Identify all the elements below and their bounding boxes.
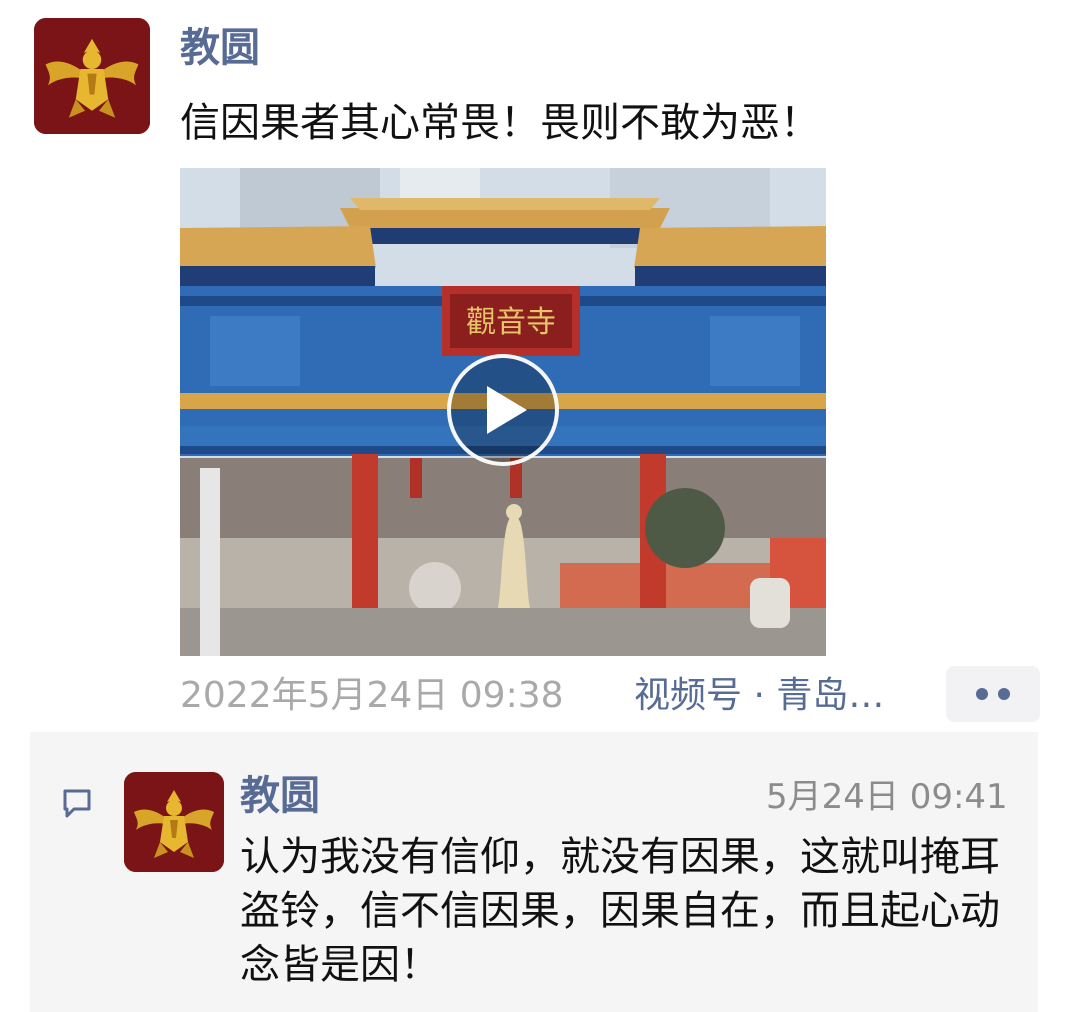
more-options-button[interactable] (946, 666, 1040, 722)
gate-plaque-text: 觀音寺 (466, 305, 556, 340)
more-dots-icon (976, 688, 988, 700)
post-author-avatar[interactable] (34, 18, 150, 134)
play-icon (487, 386, 527, 434)
post-text: 信因果者其心常畏！畏则不敢为恶！ (180, 100, 820, 146)
garuda-emblem-icon (124, 772, 224, 872)
comment-bubble-icon (60, 786, 94, 820)
post-timestamp: 2022年5月24日 09:38 (180, 675, 564, 716)
comment-text: 认为我没有信仰，就没有因果，这就叫掩耳盗铃，信不信因果，因果自在，而且起心动念皆… (240, 834, 1000, 988)
channel-source-link[interactable]: 视频号 · 青岛… (634, 678, 884, 714)
post-author-name[interactable]: 教圆 (180, 28, 260, 68)
garuda-emblem-icon (34, 18, 150, 134)
comment-author-avatar[interactable] (124, 772, 224, 872)
video-play-button[interactable] (447, 354, 559, 466)
comment-timestamp: 5月24日 09:41 (766, 777, 1008, 817)
comment-author-name[interactable]: 教圆 (240, 776, 320, 816)
